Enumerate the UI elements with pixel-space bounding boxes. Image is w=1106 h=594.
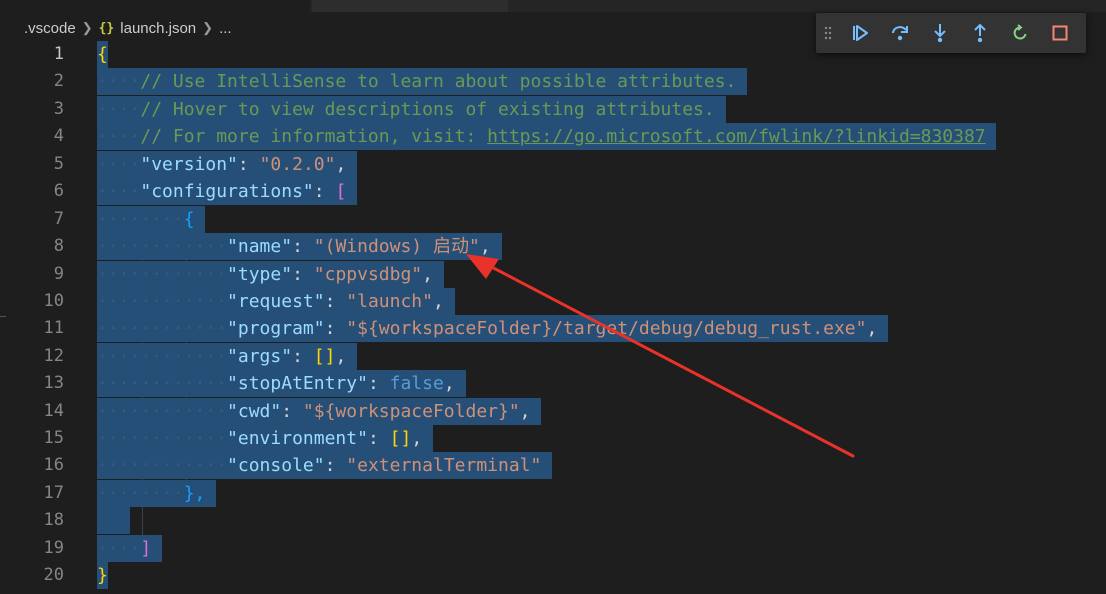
code-line[interactable]: 15 ············"environment": [],: [0, 425, 1106, 453]
line-number: 3: [53, 99, 64, 119]
chevron-right-icon: ❯: [202, 20, 214, 35]
json-file-icon: {}: [98, 20, 115, 36]
line-number: 18: [43, 510, 64, 530]
json-boolean: false: [389, 373, 444, 394]
line-number: 15: [43, 428, 64, 448]
comment: // For more information, visit:: [140, 126, 488, 147]
line-number: 14: [43, 401, 64, 421]
code-line[interactable]: 18: [0, 507, 1106, 535]
json-key: "type": [227, 264, 293, 285]
code-line[interactable]: 12 ············"args": [],: [0, 343, 1106, 371]
code-line[interactable]: 5 ····"version": "0.2.0",: [0, 151, 1106, 179]
breadcrumb-symbol[interactable]: ...: [219, 20, 232, 37]
code-editor[interactable]: 1 { 2 ····// Use IntelliSense to learn a…: [0, 40, 1106, 594]
json-key: "environment": [227, 428, 368, 449]
line-number: 1: [53, 44, 64, 64]
line-number: 4: [53, 126, 64, 146]
json-string: "${workspaceFolder}/target/debug/debug_r…: [346, 318, 867, 339]
open-brace: {: [97, 44, 108, 65]
code-line[interactable]: 4 ····// For more information, visit: ht…: [0, 123, 1106, 151]
breadcrumb: .vscode ❯ {} launch.json ❯ ...: [24, 17, 232, 39]
line-number: 11: [43, 318, 64, 338]
json-key: "configurations": [140, 181, 314, 202]
breadcrumb-folder[interactable]: .vscode: [24, 20, 76, 37]
json-array: []: [313, 346, 336, 367]
tab-launch-json[interactable]: [0, 0, 310, 12]
code-line[interactable]: 19 ····]: [0, 535, 1106, 563]
json-string: "launch": [346, 291, 433, 312]
json-key: "version": [140, 154, 238, 175]
close-brace: }: [97, 565, 108, 586]
line-number: 2: [53, 71, 64, 91]
code-line[interactable]: 13 ············"stopAtEntry": false,: [0, 370, 1106, 398]
tab-strip: [0, 0, 1106, 12]
json-array: []: [389, 428, 412, 449]
chevron-right-icon: ❯: [81, 20, 93, 35]
json-string: "(Windows) 启动": [313, 236, 480, 257]
open-brace: {: [183, 209, 195, 230]
stop-icon: [1052, 25, 1068, 41]
json-string: "0.2.0": [259, 154, 336, 175]
comment-link[interactable]: https://go.microsoft.com/fwlink/?linkid=…: [487, 126, 986, 147]
code-line[interactable]: 8 ············"name": "(Windows) 启动",: [0, 233, 1106, 261]
json-string: "externalTerminal": [346, 455, 542, 476]
line-number: 17: [43, 483, 64, 503]
json-string: "${workspaceFolder}": [302, 401, 520, 422]
close-brace: },: [183, 483, 206, 504]
code-line[interactable]: 7 ········{: [0, 206, 1106, 234]
line-number: 9: [53, 264, 64, 284]
tab-other[interactable]: [312, 0, 508, 12]
line-number: 5: [53, 154, 64, 174]
json-string: "cppvsdbg": [313, 264, 423, 285]
comment: // Hover to view descriptions of existin…: [140, 99, 715, 120]
code-line[interactable]: 3 ····// Hover to view descriptions of e…: [0, 96, 1106, 124]
code-line[interactable]: 2 ····// Use IntelliSense to learn about…: [0, 68, 1106, 96]
code-line[interactable]: 17 ········},: [0, 480, 1106, 508]
code-line[interactable]: 16 ············"console": "externalTermi…: [0, 452, 1106, 480]
json-key: "args": [227, 346, 293, 367]
close-bracket: ]: [140, 538, 152, 559]
open-bracket: [: [335, 181, 347, 202]
code-line[interactable]: 10 ············"request": "launch",: [0, 288, 1106, 316]
json-key: "program": [227, 318, 325, 339]
json-key: "cwd": [227, 401, 282, 422]
line-number: 19: [43, 538, 64, 558]
code-line[interactable]: 11 ············"program": "${workspaceFo…: [0, 315, 1106, 343]
json-key: "console": [227, 455, 325, 476]
json-key: "stopAtEntry": [227, 373, 368, 394]
code-line[interactable]: 6 ····"configurations": [: [0, 178, 1106, 206]
json-key: "name": [227, 236, 293, 257]
line-number: 12: [43, 346, 64, 366]
line-number: 10: [43, 291, 64, 311]
code-line[interactable]: 14 ············"cwd": "${workspaceFolder…: [0, 398, 1106, 426]
line-number: 8: [53, 236, 64, 256]
json-key: "request": [227, 291, 325, 312]
line-number: 6: [53, 181, 64, 201]
line-number: 7: [53, 209, 64, 229]
line-number: 20: [43, 565, 64, 585]
gutter-marker: [0, 316, 6, 317]
code-line[interactable]: 9 ············"type": "cppvsdbg",: [0, 261, 1106, 289]
line-number: 16: [43, 455, 64, 475]
code-line[interactable]: 1 {: [0, 41, 1106, 69]
comment: // Use IntelliSense to learn about possi…: [140, 71, 737, 92]
code-line[interactable]: 20 }: [0, 562, 1106, 590]
line-number: 13: [43, 373, 64, 393]
breadcrumb-file[interactable]: launch.json: [120, 20, 196, 37]
